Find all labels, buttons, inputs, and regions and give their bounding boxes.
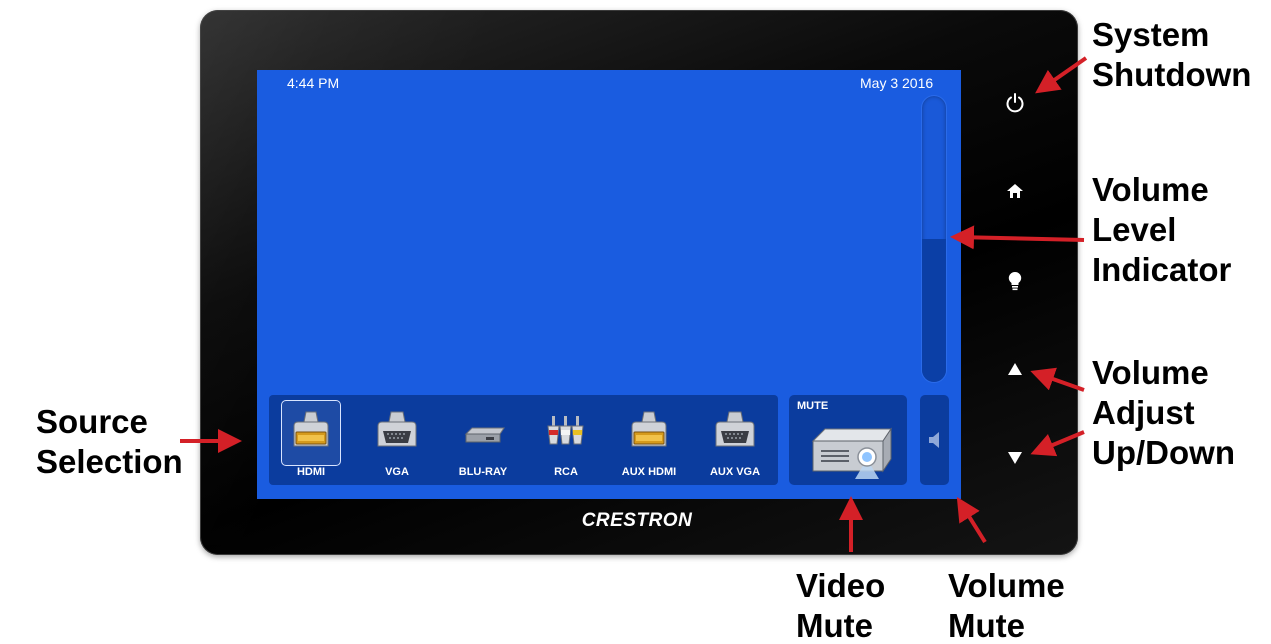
arrow-volume-up (1030, 367, 1085, 392)
arrow-volume-mute (956, 496, 987, 544)
callout-arrows (180, 56, 1088, 552)
arrow-volume-down (1030, 430, 1085, 457)
arrow-volume-level (950, 225, 1085, 250)
arrow-system-shutdown (1035, 56, 1088, 94)
